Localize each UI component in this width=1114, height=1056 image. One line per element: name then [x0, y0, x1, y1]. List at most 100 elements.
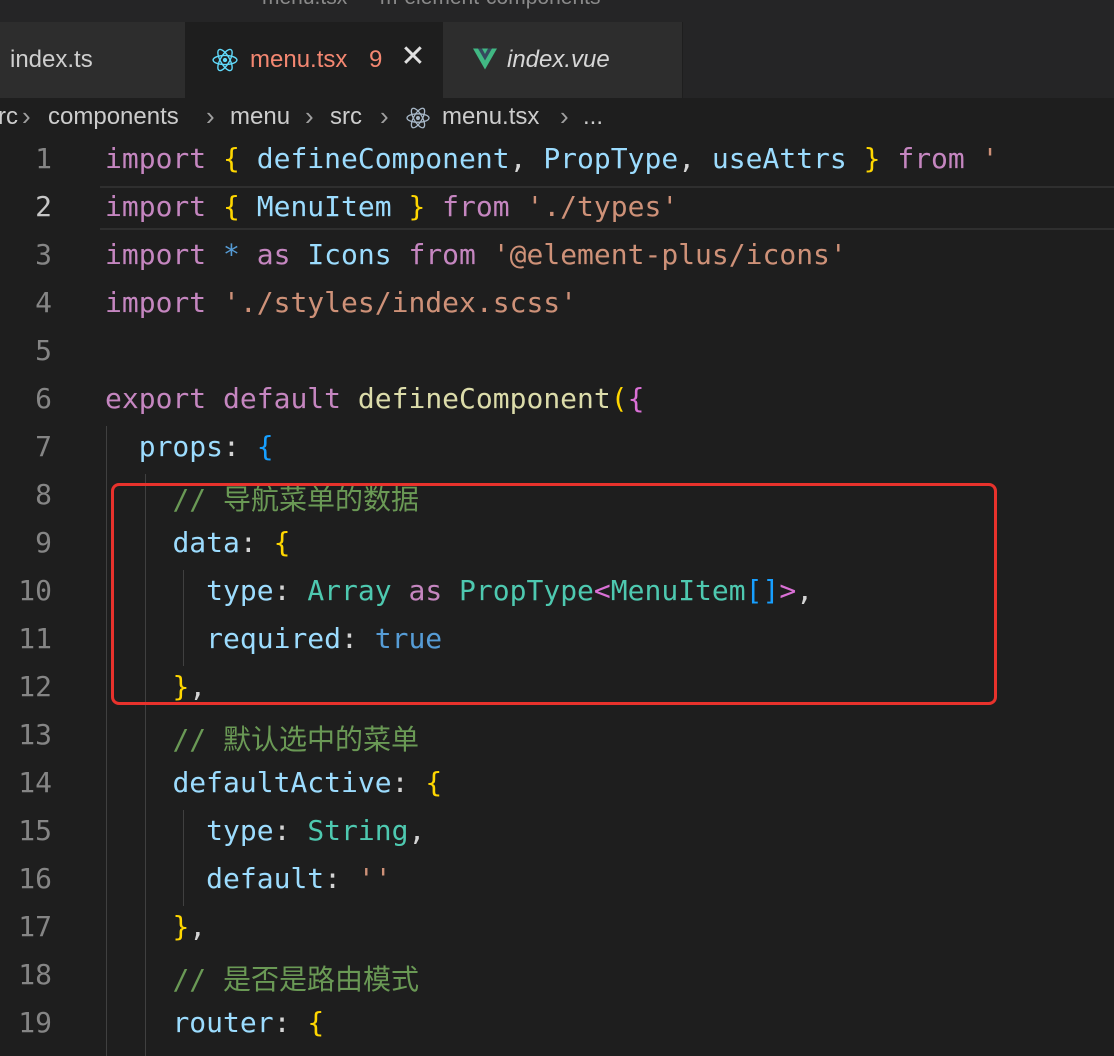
- code-token: type: [206, 814, 274, 847]
- line-number: 11: [18, 622, 52, 655]
- line-number: 10: [18, 574, 52, 607]
- tab-label: index.ts: [10, 46, 93, 73]
- line-number: 4: [35, 286, 52, 319]
- tab-bar: index.ts menu.tsx 9 ✕ index.vue: [0, 22, 1114, 98]
- code-line: export default defineComponent({: [105, 382, 644, 415]
- code-editor[interactable]: 1 import { defineComponent, PropType, use…: [0, 138, 1114, 1056]
- code-token: {: [425, 766, 443, 799]
- code-token: }: [172, 910, 190, 943]
- breadcrumb-item[interactable]: ...: [583, 103, 603, 131]
- code-line: import './styles/index.scss': [105, 286, 577, 319]
- title-bar: menu.tsx — m-element-components: [0, 0, 1114, 22]
- code-line: import { defineComponent, PropType, useA…: [105, 142, 999, 175]
- code-token: {: [627, 382, 645, 415]
- code-token: ': [964, 142, 999, 175]
- breadcrumb-item[interactable]: rc: [0, 103, 18, 131]
- line-number: 8: [35, 478, 52, 511]
- code-token: default: [206, 862, 325, 895]
- tab-index-vue[interactable]: index.vue: [443, 22, 683, 98]
- code-line: default: '': [105, 862, 391, 895]
- code-token: router: [172, 1006, 274, 1039]
- code-token: // 是否是路由模式: [172, 963, 420, 996]
- code-token: ,: [509, 142, 544, 175]
- code-token: import: [105, 190, 207, 223]
- code-token: ,: [189, 910, 207, 943]
- line-number: 12: [18, 670, 52, 703]
- code-token: import: [105, 142, 207, 175]
- line-number: 6: [35, 382, 52, 415]
- code-token: {: [256, 430, 274, 463]
- chevron-right-icon: ›: [22, 101, 31, 131]
- react-icon: [406, 107, 430, 129]
- annotation-highlight-box: [111, 483, 997, 705]
- breadcrumb-item[interactable]: menu: [230, 103, 290, 131]
- code-line: // 是否是路由模式: [105, 958, 419, 998]
- close-icon[interactable]: ✕: [400, 42, 426, 72]
- chevron-right-icon: ›: [206, 101, 215, 131]
- code-token: from: [408, 238, 476, 271]
- line-number: 18: [18, 958, 52, 991]
- code-token: export: [105, 382, 207, 415]
- line-number: 19: [18, 1006, 52, 1039]
- line-number: 7: [35, 430, 52, 463]
- code-token: ,: [408, 814, 426, 847]
- code-token: props: [138, 430, 224, 463]
- code-token: {: [223, 142, 240, 175]
- code-token: {: [223, 190, 240, 223]
- line-number: 1: [35, 142, 52, 175]
- line-number: 9: [35, 526, 52, 559]
- tab-menu-tsx[interactable]: menu.tsx 9 ✕: [186, 22, 443, 98]
- code-line: type: String,: [105, 814, 425, 847]
- code-token: from: [897, 142, 965, 175]
- code-token: }: [863, 142, 881, 175]
- code-token: (: [610, 382, 628, 415]
- code-token: defineComponent: [357, 382, 611, 415]
- editor-window: menu.tsx — m-element-components index.ts…: [0, 0, 1114, 1056]
- code-token: MenuItem: [256, 190, 392, 223]
- react-icon: [212, 48, 238, 72]
- code-token: }: [408, 190, 426, 223]
- window-title: menu.tsx — m-element-components: [262, 0, 600, 10]
- code-token: from: [442, 190, 510, 223]
- code-token: import: [105, 238, 207, 271]
- code-token: as: [256, 238, 291, 271]
- tab-index-ts[interactable]: index.ts: [0, 22, 186, 98]
- code-token: String: [307, 814, 409, 847]
- code-line: import * as Icons from '@element-plus/ic…: [105, 238, 847, 271]
- vue-icon: [473, 48, 497, 70]
- line-number: 13: [18, 718, 52, 751]
- code-line: import { MenuItem } from './types': [105, 190, 678, 223]
- code-token: defaultActive: [172, 766, 392, 799]
- breadcrumb-item[interactable]: components: [48, 103, 179, 131]
- code-token: ,: [678, 142, 712, 175]
- chevron-right-icon: ›: [305, 101, 314, 131]
- code-token: :: [273, 1006, 308, 1039]
- code-token: Icons: [307, 238, 392, 271]
- code-line: },: [105, 910, 206, 943]
- line-number: 3: [35, 238, 52, 271]
- code-token: // 默认选中的菜单: [172, 723, 420, 756]
- breadcrumb-item[interactable]: menu.tsx: [442, 103, 539, 131]
- line-number: 2: [35, 190, 52, 223]
- line-number: 15: [18, 814, 52, 847]
- line-number: 14: [18, 766, 52, 799]
- breadcrumb-item[interactable]: src: [330, 103, 362, 131]
- code-token: default: [223, 382, 342, 415]
